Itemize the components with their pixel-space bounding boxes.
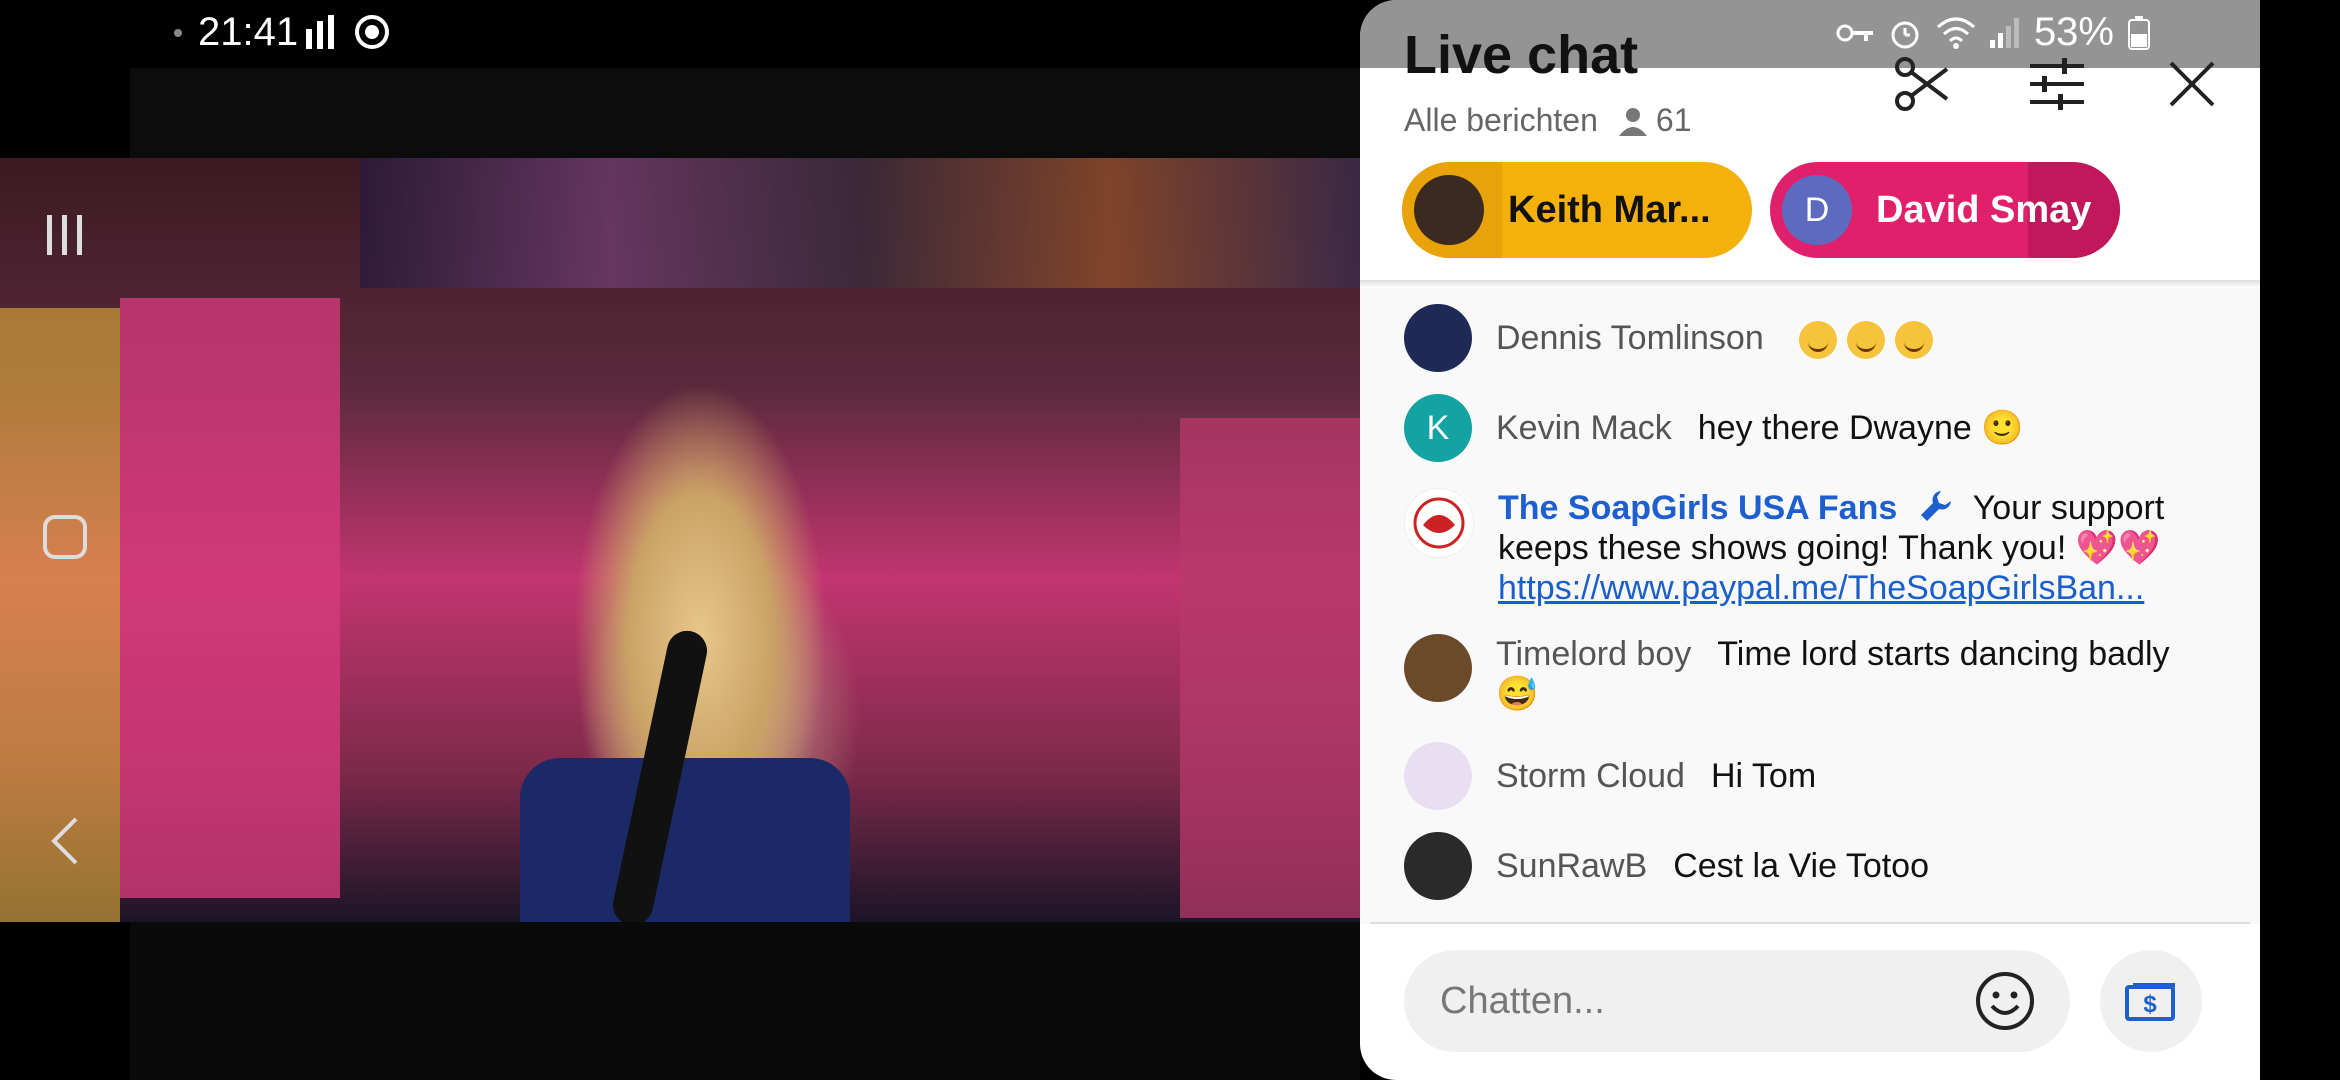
video-backdrop	[360, 158, 1360, 288]
wifi-icon	[1936, 17, 1975, 49]
cell-signal-icon	[1989, 17, 2019, 48]
pinned-name: David Smay	[1876, 188, 2092, 231]
avatar[interactable]	[1404, 634, 1472, 702]
scissors-icon[interactable]	[1892, 54, 1952, 114]
chat-message: Storm Cloud Hi Tom	[1404, 742, 2216, 810]
message-author[interactable]: Timelord boy	[1496, 635, 1691, 673]
message-author[interactable]: Storm Cloud	[1496, 757, 1685, 795]
video-top-band	[130, 68, 1360, 158]
wrench-icon	[1920, 491, 1951, 521]
signal-bars-icon	[306, 15, 334, 49]
home-icon[interactable]	[40, 512, 90, 562]
back-icon[interactable]	[40, 816, 90, 866]
super-chat-button[interactable]: $	[2100, 950, 2202, 1052]
avatar[interactable]	[1404, 832, 1472, 900]
video-backdrop	[1180, 418, 1360, 918]
message-author[interactable]: Kevin Mack	[1496, 409, 1672, 447]
status-left-icons	[306, 14, 390, 50]
pinned-name: Keith Mar...	[1508, 188, 1711, 231]
chat-input[interactable]: Chatten...	[1404, 950, 2070, 1052]
message-text: hey there Dwayne 🙂	[1697, 409, 2024, 447]
avatar[interactable]	[1404, 488, 1474, 558]
app-status-icon	[355, 15, 389, 49]
message-link[interactable]: https://www.paypal.me/TheSoapGirlsBan...	[1498, 569, 2144, 607]
message-text: Cest la Vie Totoo	[1673, 847, 1929, 885]
video-bottom-band	[130, 922, 1360, 1080]
avatar[interactable]: K	[1404, 394, 1472, 462]
video-player[interactable]	[0, 158, 1360, 922]
close-icon[interactable]	[2162, 54, 2222, 114]
message-text: Hi Tom	[1710, 757, 1817, 795]
status-dot	[174, 29, 182, 37]
chat-message: The SoapGirls USA Fans Your support keep…	[1404, 488, 2218, 608]
pinned-superchat-keith[interactable]: Keith Mar...	[1402, 162, 1752, 258]
money-icon: $	[2125, 983, 2175, 1021]
chat-message: SunRawB Cest la Vie Totoo	[1404, 832, 2216, 900]
chat-message: Timelord boy Time lord starts dancing bad…	[1404, 634, 2216, 714]
tune-icon[interactable]	[2027, 54, 2087, 114]
input-divider	[1370, 922, 2250, 924]
svg-text:$: $	[2143, 991, 2157, 1018]
status-right: 53%	[1836, 10, 2150, 55]
grinning-emoji-icon	[1799, 319, 1943, 360]
recents-icon[interactable]	[40, 210, 90, 260]
alarm-icon	[1891, 21, 1919, 48]
message-author[interactable]: The SoapGirls USA Fans	[1498, 489, 1897, 527]
avatar: D	[1782, 175, 1852, 245]
pinned-superchat-david[interactable]: D David Smay	[1770, 162, 2120, 258]
chat-message: Dennis Tomlinson	[1404, 304, 2216, 372]
battery-percent: 53%	[2033, 10, 2114, 54]
header-divider	[1360, 280, 2260, 288]
chat-filter[interactable]: Alle berichten 61	[1404, 102, 1691, 139]
status-time: 21:41	[198, 10, 299, 54]
chat-filter-label: Alle berichten	[1404, 102, 1598, 138]
chat-message: K Kevin Mack hey there Dwayne 🙂	[1404, 394, 2216, 462]
emoji-icon[interactable]	[1974, 970, 2036, 1032]
chat-title: Live chat	[1404, 25, 1639, 85]
battery-icon	[2128, 15, 2150, 50]
message-author[interactable]: SunRawB	[1496, 847, 1647, 885]
video-subject	[520, 758, 850, 922]
message-author[interactable]: Dennis Tomlinson	[1496, 319, 1764, 357]
video-backdrop	[120, 298, 340, 898]
person-icon	[1618, 107, 1647, 136]
viewer-count-value: 61	[1655, 102, 1692, 138]
avatar[interactable]	[1404, 742, 1472, 810]
key-icon	[1836, 24, 1873, 41]
chat-input-placeholder: Chatten...	[1440, 979, 1605, 1022]
viewer-count: 61	[1618, 102, 1692, 139]
avatar[interactable]	[1404, 304, 1472, 372]
soapgirls-logo-icon	[1413, 497, 1465, 549]
avatar	[1414, 175, 1484, 245]
live-chat-panel: Live chat Alle berichten 61 Keith Mar...…	[1360, 0, 2260, 1080]
